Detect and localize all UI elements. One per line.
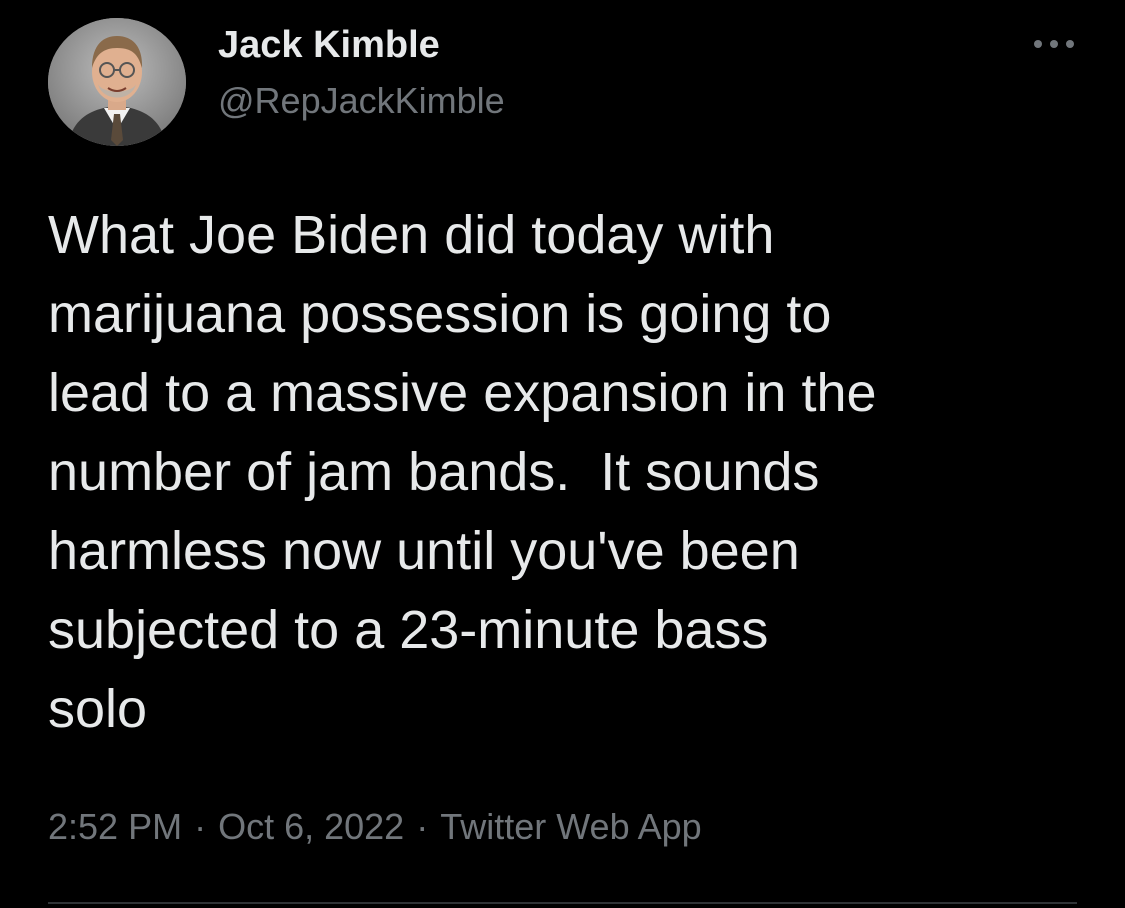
avatar-photo — [48, 18, 186, 146]
divider — [48, 902, 1077, 904]
separator: · — [416, 806, 429, 847]
tweet-page: Jack Kimble @RepJackKimble What Joe Bide… — [0, 0, 1125, 908]
author-handle[interactable]: @RepJackKimble — [218, 80, 505, 122]
tweet-metadata: 2:52 PM · Oct 6, 2022 · Twitter Web App — [48, 806, 702, 848]
avatar[interactable] — [48, 18, 186, 146]
separator: · — [194, 806, 207, 847]
tweet-text: What Joe Biden did today with marijuana … — [48, 205, 877, 739]
tweet-source[interactable]: Twitter Web App — [440, 806, 701, 847]
tweet-header: Jack Kimble @RepJackKimble — [48, 18, 1078, 148]
tweet-time[interactable]: 2:52 PM — [48, 806, 182, 847]
tweet-date[interactable]: Oct 6, 2022 — [218, 806, 404, 847]
author-name[interactable]: Jack Kimble — [218, 24, 440, 67]
more-options-icon[interactable] — [1030, 32, 1078, 56]
